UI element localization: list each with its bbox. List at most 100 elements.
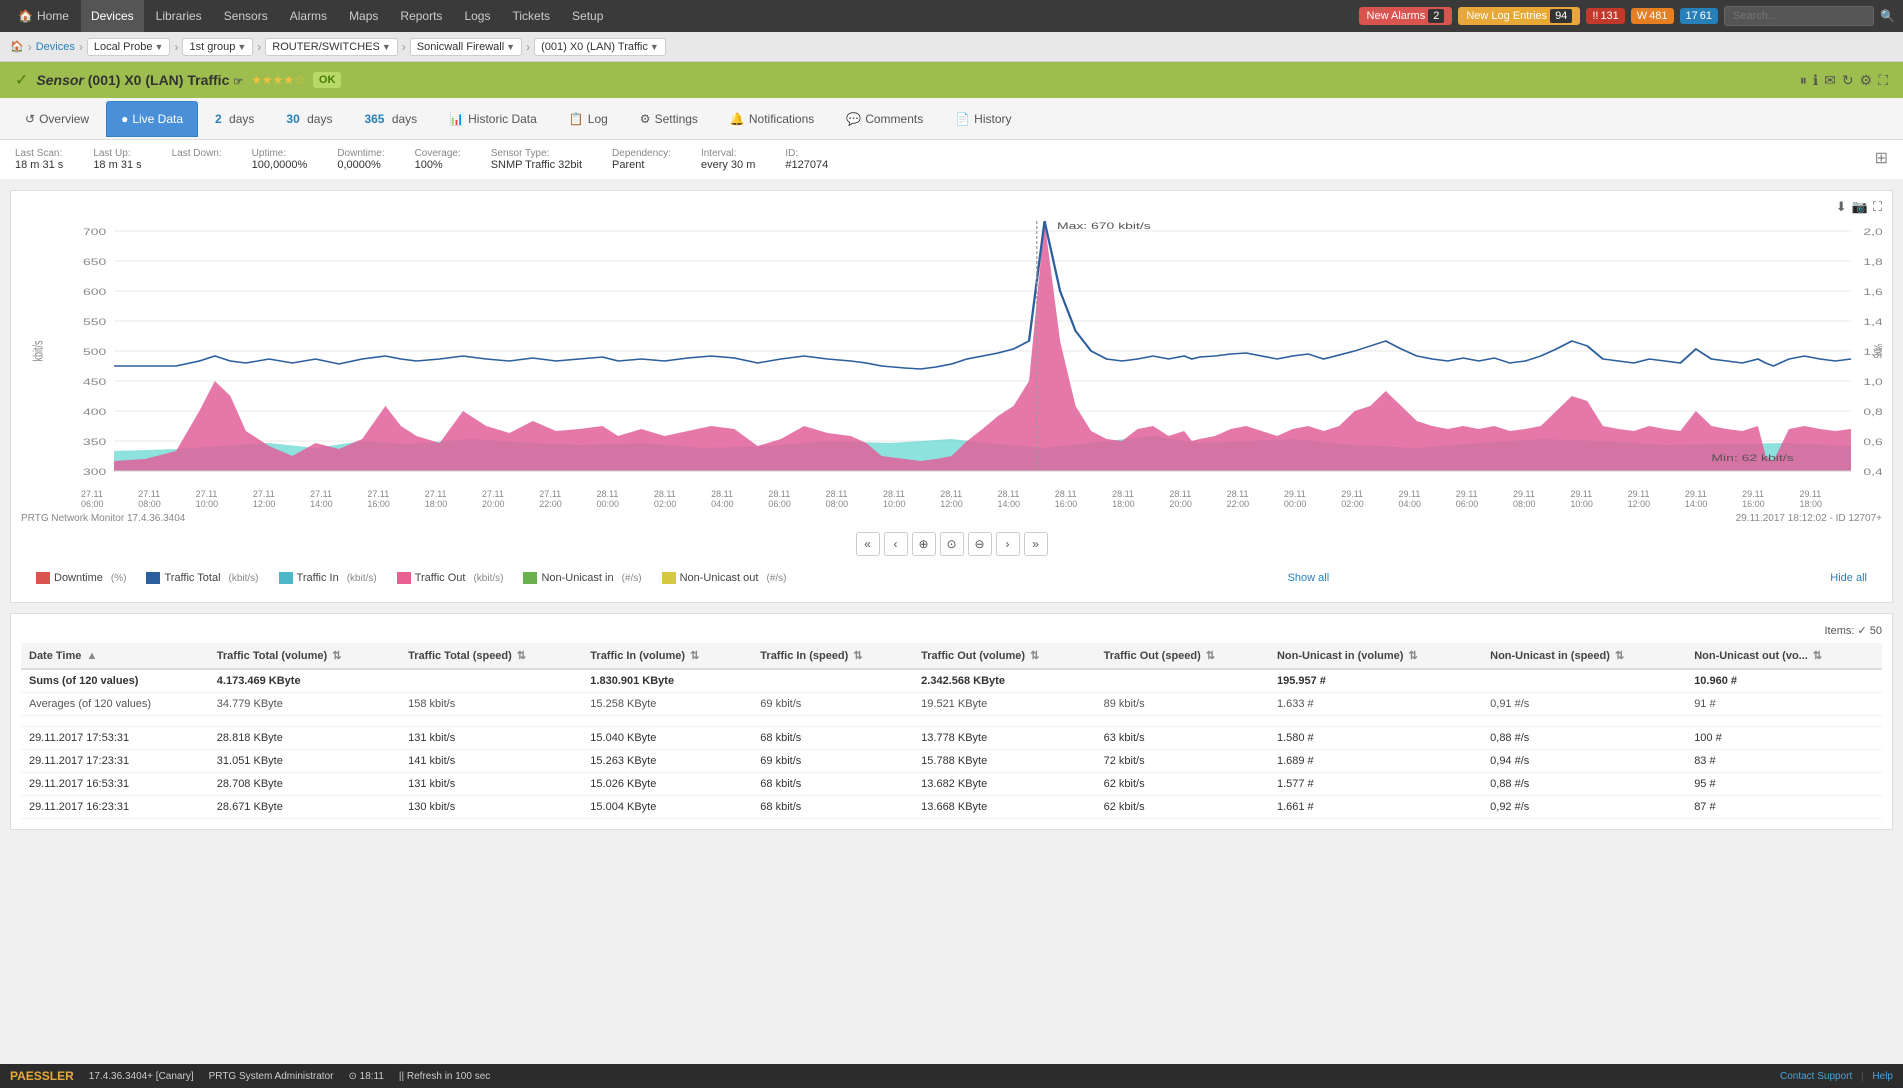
breadcrumb-home[interactable]: 🏠 — [10, 40, 24, 53]
tab-settings[interactable]: ⚙ Settings — [625, 101, 713, 137]
nav-sensors[interactable]: Sensors — [214, 0, 278, 32]
svg-text:700: 700 — [83, 227, 107, 237]
nav-prev-button[interactable]: ‹ — [884, 532, 908, 556]
dependency-item: Dependency: Parent — [612, 148, 671, 171]
svg-text:2,0: 2,0 — [1863, 227, 1882, 237]
tab-365days[interactable]: 365 days — [349, 101, 432, 137]
warning-badge: W 481 — [1631, 8, 1674, 24]
downtime-item: Downtime: 0,0000% — [337, 148, 384, 171]
new-alarms-button[interactable]: New Alarms 2 — [1359, 7, 1453, 25]
legend-traffic-total: Traffic Total (kbit/s) — [146, 572, 258, 584]
tab-notifications[interactable]: 🔔 Notifications — [715, 101, 829, 137]
footer-right: Contact Support | Help — [1780, 1071, 1893, 1082]
nav-reports[interactable]: Reports — [390, 0, 452, 32]
th-ti-speed[interactable]: Traffic In (speed) ⇅ — [752, 643, 913, 669]
sensor-id-item: ID: #127074 — [785, 148, 828, 171]
grid-view-toggle[interactable]: ⊞ — [1875, 148, 1888, 171]
svg-text:0,4: 0,4 — [1863, 467, 1882, 477]
svg-text:Max: 670 kbit/s: Max: 670 kbit/s — [1057, 221, 1151, 231]
breadcrumb-devices[interactable]: Devices — [36, 41, 75, 53]
th-to-speed[interactable]: Traffic Out (speed) ⇅ — [1096, 643, 1269, 669]
tab-30days[interactable]: 30 days — [271, 101, 347, 137]
sensor-badge: ☞ — [233, 76, 243, 88]
th-nuo-volume[interactable]: Non-Unicast out (vo... ⇅ — [1686, 643, 1882, 669]
nav-libraries[interactable]: Libraries — [146, 0, 212, 32]
nav-first-button[interactable]: « — [856, 532, 880, 556]
log-icon: 📋 — [569, 112, 584, 126]
tab-2days[interactable]: 2 days — [200, 101, 269, 137]
svg-text:1,8: 1,8 — [1863, 257, 1882, 267]
svg-text:550: 550 — [83, 317, 107, 327]
expand-icon[interactable]: ⛶ — [1878, 72, 1888, 89]
last-down-item: Last Down: — [172, 148, 222, 171]
sensor-type-item: Sensor Type: SNMP Traffic 32bit — [491, 148, 582, 171]
svg-text:1,4: 1,4 — [1863, 317, 1882, 327]
svg-text:600: 600 — [83, 287, 107, 297]
items-count: Items: ✓ 50 — [21, 624, 1882, 637]
tab-live-data[interactable]: ● Live Data — [106, 101, 198, 137]
breadcrumb-local-probe[interactable]: Local Probe ▼ — [87, 38, 171, 56]
uptime-item: Uptime: 100,0000% — [252, 148, 308, 171]
info-icon[interactable]: ℹ — [1813, 72, 1818, 89]
th-to-volume[interactable]: Traffic Out (volume) ⇅ — [913, 643, 1095, 669]
svg-text:%/s: %/s — [1871, 344, 1882, 359]
tab-comments[interactable]: 💬 Comments — [831, 101, 938, 137]
coverage-item: Coverage: 100% — [415, 148, 461, 171]
breadcrumb-router[interactable]: ROUTER/SWITCHES ▼ — [265, 38, 397, 56]
top-navigation: 🏠 Home Devices Libraries Sensors Alarms … — [0, 0, 1903, 32]
nav-alarms[interactable]: Alarms — [280, 0, 337, 32]
data-table: Date Time ▲ Traffic Total (volume) ⇅ Tra… — [21, 643, 1882, 819]
nav-last-button[interactable]: » — [1024, 532, 1048, 556]
th-ti-volume[interactable]: Traffic In (volume) ⇅ — [582, 643, 752, 669]
tabs-bar: ↺ Overview ● Live Data 2 days 30 days 36… — [0, 98, 1903, 140]
overview-icon: ↺ — [25, 112, 35, 126]
nav-logs[interactable]: Logs — [454, 0, 500, 32]
nav-maps[interactable]: Maps — [339, 0, 388, 32]
search-icon[interactable]: 🔍 — [1880, 9, 1895, 23]
search-input[interactable] — [1724, 6, 1874, 26]
top-nav-right: New Alarms 2 New Log Entries 94 !! 131 W… — [1359, 6, 1895, 26]
nav-reset-button[interactable]: ⊙ — [940, 532, 964, 556]
nav-zoom-in-button[interactable]: ⊕ — [912, 532, 936, 556]
info-badge: 17 61 — [1680, 8, 1719, 24]
nav-tickets[interactable]: Tickets — [502, 0, 560, 32]
pause-icon[interactable]: ⏸ — [1800, 72, 1807, 89]
svg-text:650: 650 — [83, 257, 107, 267]
x-axis-labels: 27.1106:00 27.1108:00 27.1110:00 27.1112… — [21, 489, 1882, 509]
sensor-actions: ⏸ ℹ ✉ ↻ ⚙ ⛶ — [1800, 72, 1888, 89]
svg-text:kbit/s: kbit/s — [31, 340, 46, 361]
th-datetime[interactable]: Date Time ▲ — [21, 643, 209, 669]
email-icon[interactable]: ✉ — [1824, 72, 1836, 89]
hide-all-link[interactable]: Hide all — [1830, 572, 1867, 584]
version-text: 17.4.36.3404+ [Canary] — [89, 1071, 194, 1082]
tab-history[interactable]: 📄 History — [940, 101, 1026, 137]
nav-home[interactable]: 🏠 Home — [8, 0, 79, 32]
chart-svg: 700 650 600 550 500 450 400 350 300 kbit… — [21, 211, 1882, 491]
new-log-entries-button[interactable]: New Log Entries 94 — [1458, 7, 1580, 25]
refresh-icon[interactable]: ↻ — [1842, 72, 1854, 89]
breadcrumb-firewall[interactable]: Sonicwall Firewall ▼ — [410, 38, 522, 56]
th-tt-speed[interactable]: Traffic Total (speed) ⇅ — [400, 643, 582, 669]
help-link[interactable]: Help — [1872, 1071, 1893, 1082]
chart-area: 700 650 600 550 500 450 400 350 300 kbit… — [21, 211, 1882, 524]
legend-traffic-in: Traffic In (kbit/s) — [279, 572, 377, 584]
grid-icon[interactable]: ⊞ — [1875, 150, 1888, 167]
tab-log[interactable]: 📋 Log — [554, 101, 623, 137]
th-tt-volume[interactable]: Traffic Total (volume) ⇅ — [209, 643, 400, 669]
table-row: 29.11.2017 17:53:31 28.818 KByte 131 kbi… — [21, 727, 1882, 750]
breadcrumb-group[interactable]: 1st group ▼ — [182, 38, 253, 56]
breadcrumb-sensor[interactable]: (001) X0 (LAN) Traffic ▼ — [534, 38, 666, 56]
th-nui-volume[interactable]: Non-Unicast in (volume) ⇅ — [1269, 643, 1482, 669]
nav-next-button[interactable]: › — [996, 532, 1020, 556]
nav-setup[interactable]: Setup — [562, 0, 613, 32]
tab-historic[interactable]: 📊 Historic Data — [434, 101, 552, 137]
table-row: 29.11.2017 16:23:31 28.671 KByte 130 kbi… — [21, 796, 1882, 819]
chevron-down-icon: ▼ — [237, 42, 246, 52]
nav-devices[interactable]: Devices — [81, 0, 144, 32]
settings-icon[interactable]: ⚙ — [1860, 72, 1873, 89]
contact-support-link[interactable]: Contact Support — [1780, 1071, 1852, 1082]
th-nui-speed[interactable]: Non-Unicast in (speed) ⇅ — [1482, 643, 1686, 669]
show-all-link[interactable]: Show all — [1288, 572, 1330, 584]
tab-overview[interactable]: ↺ Overview — [10, 101, 104, 137]
nav-zoom-out-button[interactable]: ⊖ — [968, 532, 992, 556]
